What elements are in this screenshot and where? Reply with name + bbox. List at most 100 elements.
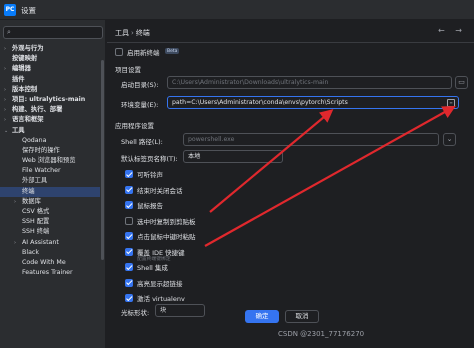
sidebar-item[interactable]: › 构建、执行、部署	[0, 105, 100, 115]
expand-arrow-icon[interactable]: ›	[14, 238, 16, 248]
sidebar-scrollbar[interactable]	[101, 60, 104, 260]
breadcrumb-separator: ›	[131, 29, 134, 37]
cancel-button[interactable]: 取消	[285, 310, 319, 323]
sidebar-item[interactable]: › 项目: ultralytics-main	[0, 95, 100, 105]
configure-keybindings-link[interactable]: 配置终端键绑定	[137, 255, 171, 262]
sidebar-item-label: SSH 配置	[22, 218, 50, 226]
sidebar-item-label: 语言和框架	[12, 116, 44, 124]
sidebar-item[interactable]: 插件	[0, 75, 100, 85]
sidebar-item[interactable]: › 外观与行为	[0, 44, 100, 54]
sidebar-item-label: Code With Me	[22, 258, 66, 266]
cursor-shape-select[interactable]: 块	[155, 304, 205, 317]
sidebar-item-label: 按键映射	[12, 55, 38, 63]
settings-sidebar: ⌕ › 外观与行为 按键映射 › 编辑器插件 › 版本控制 › 项目: ultralytics-…	[0, 20, 106, 348]
new-terminal-checkbox[interactable]	[115, 48, 123, 56]
window-title: 设置	[21, 6, 36, 15]
sidebar-item-label: Qodana	[22, 136, 47, 144]
nav-back-forward[interactable]: ← →	[438, 26, 466, 35]
sidebar-item[interactable]: › 数据库	[0, 197, 100, 207]
expand-arrow-icon[interactable]: ›	[4, 85, 6, 95]
sidebar-item-label: Black	[22, 248, 40, 256]
expand-arrow-icon[interactable]: ›	[4, 64, 6, 74]
option-label: 激活 virtualenv	[137, 295, 185, 303]
sidebar-item[interactable]: 终端	[0, 186, 100, 197]
env-vars-field[interactable]: path=C:\Users\Administrator\conda\envs\p…	[167, 96, 459, 109]
search-icon: ⌕	[7, 28, 11, 36]
sidebar-item[interactable]: File Watcher	[0, 166, 100, 176]
option-checkbox[interactable]	[125, 216, 133, 225]
sidebar-item-label: 编辑器	[12, 65, 31, 73]
expand-arrow-icon[interactable]: ›	[14, 197, 16, 207]
option-checkbox[interactable]	[125, 232, 133, 240]
sidebar-item[interactable]: ⌄ 工具	[0, 126, 100, 136]
sidebar-item-label: 终端	[22, 187, 35, 195]
sidebar-item[interactable]: 保存时的操作	[0, 146, 100, 156]
sidebar-item-label: 插件	[12, 75, 25, 83]
start-dir-field[interactable]: C:\Users\Administrator\Downloads\ultraly…	[167, 76, 452, 89]
option-label: 结束时关闭会话	[137, 186, 183, 195]
sidebar-item-label: Features Trainer	[22, 269, 73, 277]
project-settings-heading: 项目设置	[115, 66, 141, 74]
edit-env-icon[interactable]: ≡	[447, 99, 455, 107]
sidebar-item-label: 外部工具	[22, 177, 48, 185]
option-checkbox[interactable]	[125, 263, 133, 271]
sidebar-item-label: 项目: ultralytics-main	[12, 95, 86, 103]
sidebar-item[interactable]: 外部工具	[0, 176, 100, 186]
sidebar-item[interactable]: SSH 终端	[0, 227, 100, 237]
sidebar-item-label: 构建、执行、部署	[12, 106, 63, 114]
settings-search-input[interactable]: ⌕	[3, 26, 103, 39]
sidebar-item[interactable]: SSH 配置	[0, 217, 100, 227]
app-settings-heading: 应用程序设置	[115, 122, 154, 130]
expand-arrow-icon[interactable]: ›	[4, 115, 6, 125]
option-label: 可听铃声	[137, 171, 163, 179]
sidebar-item-label: SSH 终端	[22, 228, 50, 236]
option-label: Shell 集成	[137, 264, 168, 272]
start-dir-label: 启动目录(S):	[121, 81, 159, 89]
tab-name-field[interactable]: 本地	[183, 150, 283, 163]
expand-arrow-icon[interactable]: ›	[4, 105, 6, 115]
sidebar-item[interactable]: › 编辑器	[0, 64, 100, 74]
ok-button[interactable]: 确定	[245, 310, 279, 323]
sidebar-item-label: 工具	[12, 126, 25, 134]
settings-tree: › 外观与行为 按键映射 › 编辑器插件 › 版本控制 › 项目: ultralytics-ma…	[0, 44, 100, 278]
option-checkbox[interactable]	[125, 247, 133, 256]
sidebar-item-label: AI Assistant	[22, 238, 59, 246]
option-checkbox[interactable]	[125, 278, 133, 287]
breadcrumb-parent[interactable]: 工具	[115, 29, 129, 37]
sidebar-item-label: CSV 格式	[22, 208, 50, 215]
sidebar-item[interactable]: › 语言和框架	[0, 115, 100, 125]
folder-icon[interactable]: ▭	[455, 76, 468, 89]
beta-badge: Beta	[165, 48, 180, 54]
option-checkbox[interactable]	[125, 294, 133, 302]
expand-arrow-icon[interactable]: ⌄	[4, 126, 8, 136]
option-label: 高亮显示超链接	[137, 279, 183, 288]
sidebar-item-label: 保存时的操作	[22, 146, 60, 154]
option-label: 选中时复制到剪贴板	[137, 217, 196, 226]
sidebar-item[interactable]: Qodana	[0, 136, 100, 146]
sidebar-item[interactable]: Code With Me	[0, 258, 100, 268]
csdn-watermark: CSDN @2301_77176270	[278, 330, 365, 338]
sidebar-item[interactable]: › 版本控制	[0, 85, 100, 95]
sidebar-item-label: File Watcher	[22, 167, 61, 175]
shell-path-field[interactable]: powershell.exe	[183, 133, 439, 146]
breadcrumb: 工具 › 终端	[115, 28, 150, 38]
option-checkbox[interactable]	[125, 185, 133, 194]
option-checkbox[interactable]	[125, 170, 133, 178]
sidebar-item[interactable]: Black	[0, 248, 100, 258]
expand-arrow-icon[interactable]: ›	[4, 95, 6, 105]
shell-path-label: Shell 路径(L):	[121, 138, 163, 146]
new-terminal-label: 启用新终端	[127, 49, 160, 57]
tab-name-label: 默认标签页名称(T):	[121, 155, 178, 163]
sidebar-item-label: 版本控制	[12, 85, 38, 93]
sidebar-item[interactable]: Web 浏览器和预览	[0, 156, 100, 166]
sidebar-item[interactable]: CSV 格式	[0, 207, 100, 217]
sidebar-item[interactable]: 按键映射	[0, 54, 100, 64]
pycharm-logo-icon: PC	[4, 4, 16, 16]
sidebar-item[interactable]: › AI Assistant	[0, 238, 100, 248]
expand-arrow-icon[interactable]: ›	[4, 44, 6, 54]
option-checkbox[interactable]	[125, 201, 133, 209]
sidebar-item[interactable]: Features Trainer	[0, 268, 100, 278]
option-label: 点击鼠标中键时粘贴	[137, 233, 196, 241]
shell-browse-icon[interactable]: ⌄	[443, 133, 456, 146]
sidebar-item-label: Web 浏览器和预览	[22, 157, 76, 165]
